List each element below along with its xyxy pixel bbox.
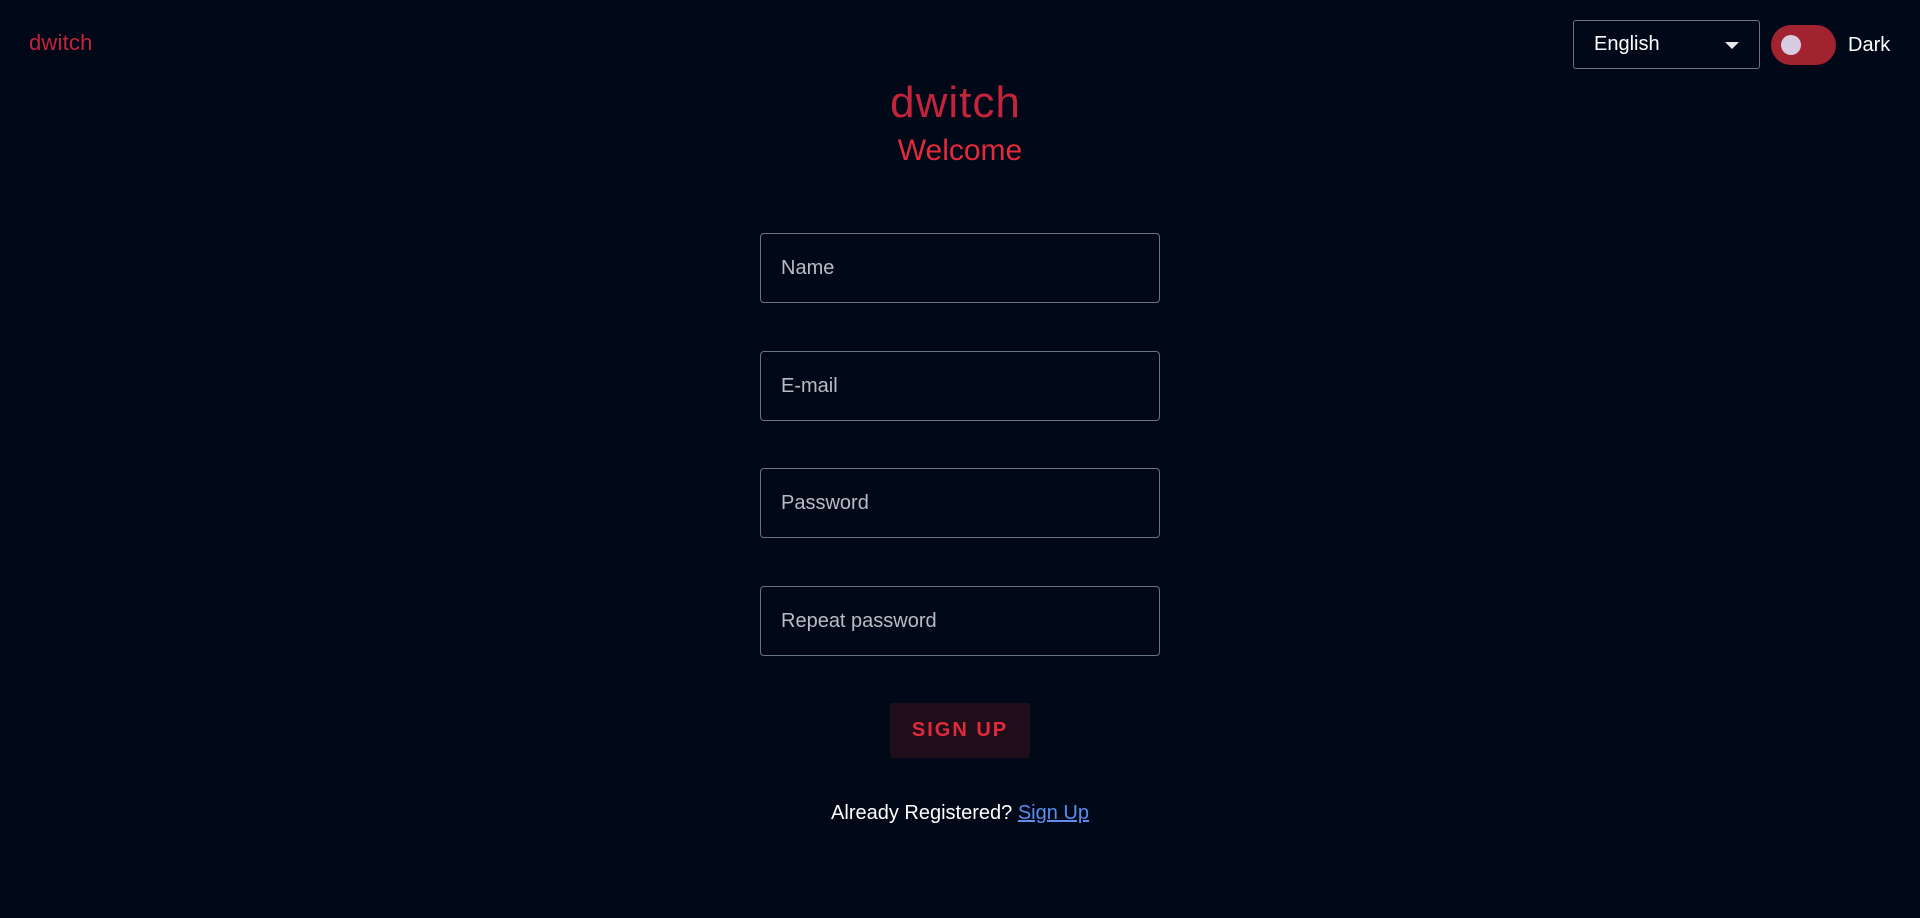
name-field[interactable] bbox=[760, 233, 1160, 303]
password-field[interactable] bbox=[760, 468, 1160, 538]
header-logo[interactable]: dwitch bbox=[29, 30, 93, 56]
signup-page: dwitch English Dark dwitch Welcome SIGN … bbox=[0, 0, 1920, 918]
repeat-password-field[interactable] bbox=[760, 586, 1160, 656]
email-field[interactable] bbox=[760, 351, 1160, 421]
brand-logo: dwitch bbox=[890, 78, 1021, 127]
welcome-heading: Welcome bbox=[897, 134, 1023, 167]
sign-up-button[interactable]: SIGN UP bbox=[890, 703, 1030, 758]
caret-down-icon bbox=[1725, 42, 1739, 49]
theme-toggle-label: Dark bbox=[1848, 34, 1891, 56]
theme-toggle-knob bbox=[1781, 35, 1801, 55]
already-registered: Already Registered? Sign Up bbox=[0, 802, 1920, 825]
language-select[interactable]: English bbox=[1573, 20, 1760, 69]
theme-toggle[interactable] bbox=[1771, 25, 1836, 65]
sign-in-link[interactable]: Sign Up bbox=[1018, 802, 1089, 824]
already-registered-text: Already Registered? bbox=[831, 802, 1013, 824]
language-select-value: English bbox=[1594, 33, 1660, 55]
